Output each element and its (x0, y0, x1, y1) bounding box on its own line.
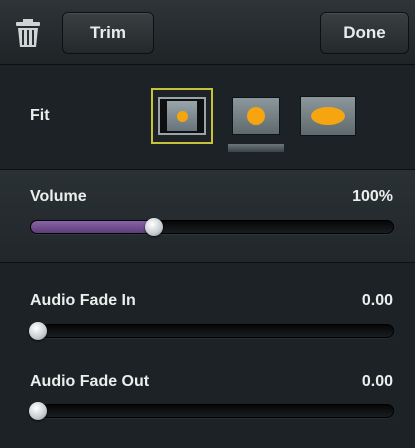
trash-icon[interactable] (14, 18, 42, 48)
audio-fade-out-label: Audio Fade Out (30, 373, 150, 390)
audio-fade-out-value: 0.00 (361, 373, 393, 390)
volume-slider[interactable] (30, 218, 394, 236)
fit-letterbox-icon (158, 97, 206, 135)
volume-slider-knob[interactable] (145, 218, 164, 236)
fit-section: Fit (0, 65, 415, 170)
audio-fade-section: Audio Fade In 0.00 Audio Fade Out 0.00 (0, 263, 415, 448)
volume-label: Volume (30, 188, 87, 205)
toolbar: Trim Done (0, 0, 415, 65)
audio-fade-in-value: 0.00 (361, 292, 393, 309)
audio-fade-out-slider[interactable] (29, 402, 394, 420)
fit-stretch-icon (300, 96, 356, 136)
fit-crop-icon (232, 97, 280, 135)
fit-stretch-option[interactable] (297, 88, 359, 144)
volume-section: Volume 100% (0, 170, 415, 263)
video-edit-panel: Trim Done Fit Volume 100% Audio Fade In … (0, 0, 415, 448)
audio-fade-out-slider-knob[interactable] (29, 402, 48, 420)
fit-label: Fit (30, 107, 50, 124)
audio-fade-in-label: Audio Fade In (30, 292, 136, 309)
audio-fade-in-slider[interactable] (29, 322, 394, 340)
fit-letterbox-option[interactable] (151, 88, 213, 144)
done-button[interactable]: Done (320, 12, 409, 54)
volume-slider-fill (31, 221, 155, 233)
fit-crop-shadow (228, 144, 284, 152)
volume-value: 100% (352, 188, 393, 205)
fit-crop-option[interactable] (225, 88, 287, 144)
trim-button[interactable]: Trim (62, 12, 154, 54)
audio-fade-in-slider-knob[interactable] (29, 322, 48, 340)
